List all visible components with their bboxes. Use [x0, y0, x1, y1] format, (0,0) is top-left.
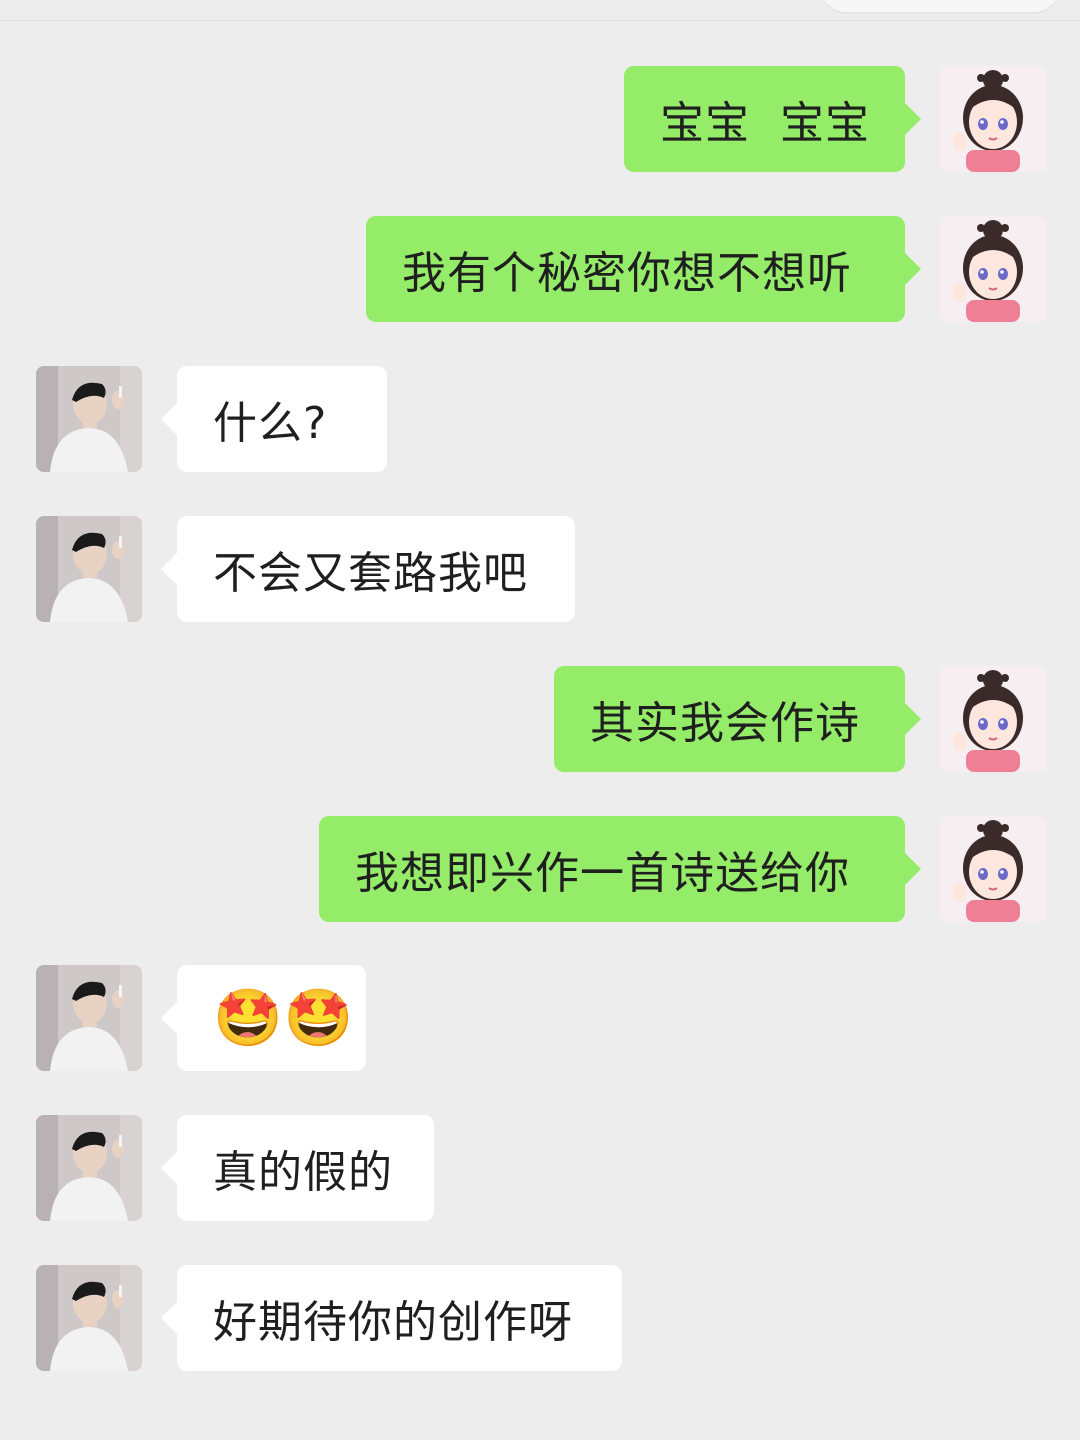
message-text: 好期待你的创作呀 [213, 1297, 573, 1348]
chat-message-sent: 宝宝 宝宝 [0, 66, 1080, 172]
bubble-tail [161, 1001, 178, 1035]
bubble-tail [161, 402, 178, 436]
chat-message-received: 不会又套路我吧 [0, 516, 1080, 622]
bubble-tail [161, 552, 178, 586]
girl-avatar[interactable] [940, 816, 1046, 922]
message-bubble[interactable]: 不会又套路我吧 [161, 516, 575, 622]
boy-avatar[interactable] [36, 1115, 142, 1221]
chat-message-sent: 我有个秘密你想不想听 [0, 216, 1080, 322]
boy-avatar[interactable] [36, 1265, 142, 1371]
boy-avatar[interactable] [36, 366, 142, 472]
chat-message-received: 什么? [0, 366, 1080, 472]
chat-message-received: 🤩🤩 [0, 965, 1080, 1071]
girl-avatar[interactable] [940, 216, 1046, 322]
message-bubble[interactable]: 我有个秘密你想不想听 [366, 216, 921, 322]
bubble-tail [904, 702, 921, 736]
bubble-tail [904, 852, 921, 886]
bubble-tail [904, 102, 921, 136]
top-pill[interactable] [820, 0, 1060, 12]
bubble-tail [904, 252, 921, 286]
message-bubble[interactable]: 宝宝 宝宝 [624, 66, 921, 172]
chat-message-sent: 其实我会作诗 [0, 666, 1080, 772]
girl-avatar[interactable] [940, 66, 1046, 172]
message-text: 其实我会作诗 [590, 698, 860, 749]
chat-message-sent: 我想即兴作一首诗送给你 [0, 816, 1080, 922]
chat-message-received: 真的假的 [0, 1115, 1080, 1221]
message-bubble[interactable]: 真的假的 [161, 1115, 434, 1221]
message-bubble[interactable]: 🤩🤩 [161, 965, 366, 1071]
message-text: 什么? [213, 398, 328, 449]
message-text: 不会又套路我吧 [213, 548, 528, 599]
message-text: 真的假的 [213, 1147, 393, 1198]
message-bubble[interactable]: 我想即兴作一首诗送给你 [319, 816, 921, 922]
message-bubble[interactable]: 其实我会作诗 [554, 666, 921, 772]
bubble-tail [161, 1151, 178, 1185]
chat-message-received: 好期待你的创作呀 [0, 1265, 1080, 1371]
message-text: 我有个秘密你想不想听 [402, 248, 852, 299]
top-divider [0, 20, 1080, 21]
message-text: 我想即兴作一首诗送给你 [355, 848, 850, 899]
heart-eyes-emoji-icon: 🤩🤩 [213, 986, 355, 1051]
message-bubble[interactable]: 什么? [161, 366, 387, 472]
message-text: 宝宝 宝宝 [660, 98, 870, 149]
boy-avatar[interactable] [36, 516, 142, 622]
bubble-tail [161, 1301, 178, 1335]
message-bubble[interactable]: 好期待你的创作呀 [161, 1265, 622, 1371]
girl-avatar[interactable] [940, 666, 1046, 772]
chat-window: 宝宝 宝宝 我有个秘密你想不想听 什么? 不会又套路我吧 其实我会作诗 我想即兴… [0, 0, 1080, 1440]
boy-avatar[interactable] [36, 965, 142, 1071]
